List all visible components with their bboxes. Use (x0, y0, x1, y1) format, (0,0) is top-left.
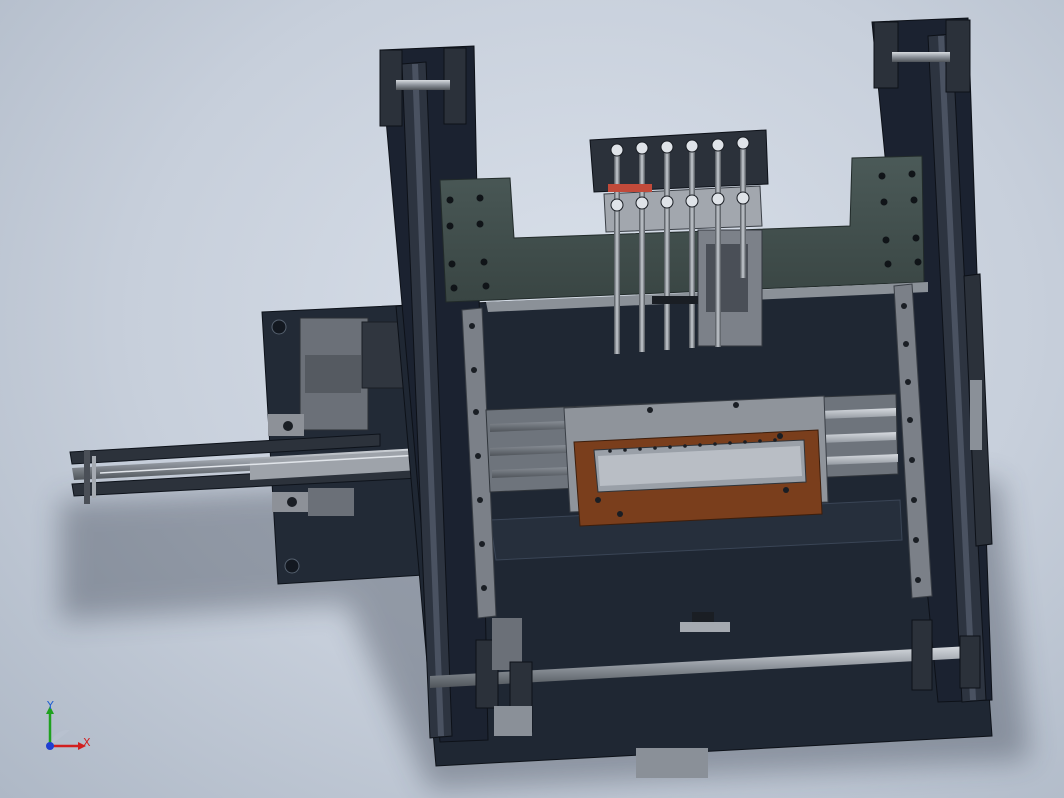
cad-model-view[interactable] (0, 0, 1064, 798)
x-axis-label: X (83, 736, 91, 749)
cad-viewport[interactable]: Y X (0, 0, 1064, 798)
y-axis-label: Y (47, 699, 54, 712)
